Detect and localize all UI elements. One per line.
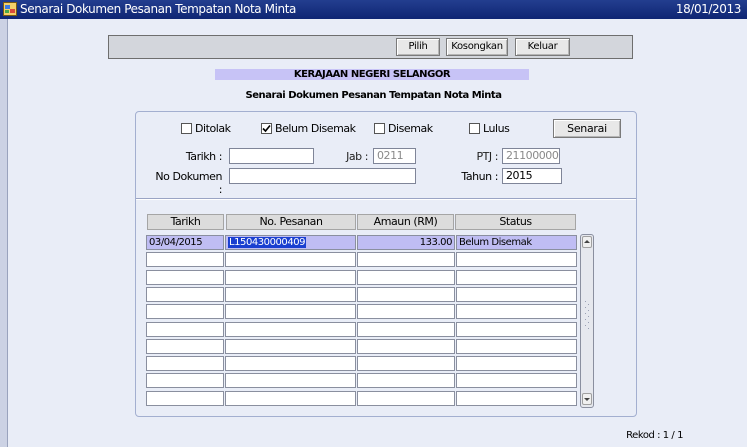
record-counter: Rekod : 1 / 1 xyxy=(626,430,683,441)
checkbox-disemak-label: Disemak xyxy=(388,122,433,135)
cell-amaun[interactable] xyxy=(357,304,455,319)
tahun-input[interactable]: 2015 xyxy=(502,168,562,184)
page-subtitle: Senarai Dokumen Pesanan Tempatan Nota Mi… xyxy=(245,90,502,101)
cell-amaun[interactable] xyxy=(357,252,455,267)
cell-status[interactable] xyxy=(456,270,577,285)
checkbox-box[interactable] xyxy=(181,123,192,134)
cell-no-pesanan[interactable] xyxy=(225,339,356,354)
no-dokumen-label: No Dokumen : xyxy=(155,170,222,196)
cell-amaun[interactable] xyxy=(357,322,455,337)
column-header-amaun[interactable]: Amaun (RM) xyxy=(357,214,454,230)
agency-heading: KERAJAAN NEGERI SELANGOR xyxy=(215,69,529,80)
ptj-label: PTJ : xyxy=(476,150,498,163)
cell-tarikh[interactable] xyxy=(146,339,224,354)
tahun-label: Tahun : xyxy=(461,170,498,183)
cell-no-pesanan[interactable] xyxy=(225,322,356,337)
cell-no-pesanan[interactable] xyxy=(225,252,356,267)
no-dokumen-input[interactable] xyxy=(229,168,416,184)
kosongkan-button[interactable]: Kosongkan xyxy=(446,38,508,56)
checkbox-box[interactable] xyxy=(374,123,385,134)
cell-amaun[interactable] xyxy=(357,287,455,302)
cell-no-pesanan[interactable] xyxy=(225,287,356,302)
cell-tarikh[interactable] xyxy=(146,356,224,371)
keluar-button[interactable]: Keluar xyxy=(515,38,570,56)
toolbar: Pilih Kosongkan Keluar xyxy=(108,35,633,59)
cell-status[interactable]: Belum Disemak xyxy=(456,235,577,250)
cell-no-pesanan[interactable] xyxy=(225,391,356,406)
cell-status[interactable] xyxy=(456,356,577,371)
cell-no-pesanan[interactable] xyxy=(225,373,356,388)
cell-tarikh[interactable] xyxy=(146,287,224,302)
scroll-down-arrow-icon[interactable] xyxy=(582,393,592,405)
checkbox-lulus-label: Lulus xyxy=(483,122,510,135)
jab-input[interactable]: 0211 xyxy=(373,148,416,164)
checkbox-ditolak[interactable]: Ditolak xyxy=(181,122,231,135)
tarikh-input[interactable] xyxy=(229,148,314,164)
cell-no-pesanan[interactable] xyxy=(225,270,356,285)
cell-status[interactable] xyxy=(456,287,577,302)
cell-status[interactable] xyxy=(456,252,577,267)
checkbox-box[interactable] xyxy=(469,123,480,134)
ptj-input[interactable]: 21100000 xyxy=(502,148,560,164)
check-icon xyxy=(262,124,271,133)
cell-status[interactable] xyxy=(456,304,577,319)
cell-tarikh[interactable] xyxy=(146,373,224,388)
scroll-grip-icon xyxy=(585,301,589,329)
cell-amaun[interactable]: 133.00 xyxy=(357,235,455,250)
cell-amaun[interactable] xyxy=(357,356,455,371)
cell-tarikh[interactable] xyxy=(146,304,224,319)
tarikh-label: Tarikh : xyxy=(185,150,223,163)
checkbox-belum-disemak[interactable]: Belum Disemak xyxy=(261,122,356,135)
checkbox-box[interactable] xyxy=(261,123,272,134)
column-header-tarikh[interactable]: Tarikh xyxy=(147,214,224,230)
cell-tarikh[interactable] xyxy=(146,270,224,285)
pilih-button[interactable]: Pilih xyxy=(396,38,440,56)
checkbox-ditolak-label: Ditolak xyxy=(195,122,231,135)
cell-no-pesanan[interactable] xyxy=(225,356,356,371)
app-icon xyxy=(3,2,17,16)
checkbox-disemak[interactable]: Disemak xyxy=(374,122,433,135)
window-date: 18/01/2013 xyxy=(675,2,742,16)
cell-status[interactable] xyxy=(456,339,577,354)
column-header-no-pesanan[interactable]: No. Pesanan xyxy=(226,214,356,230)
window-left-edge xyxy=(0,19,8,447)
scroll-up-arrow-icon[interactable] xyxy=(582,236,592,248)
cell-amaun[interactable] xyxy=(357,391,455,406)
cell-tarikh[interactable]: 03/04/2015 xyxy=(146,235,224,250)
grid-scrollbar[interactable] xyxy=(580,234,594,408)
panel-divider xyxy=(136,198,636,200)
senarai-button[interactable]: Senarai xyxy=(553,119,621,138)
column-header-status[interactable]: Status xyxy=(455,214,576,230)
cell-amaun[interactable] xyxy=(357,339,455,354)
cell-tarikh[interactable] xyxy=(146,322,224,337)
cell-status[interactable] xyxy=(456,322,577,337)
cell-status[interactable] xyxy=(456,373,577,388)
cell-amaun[interactable] xyxy=(357,373,455,388)
cell-tarikh[interactable] xyxy=(146,391,224,406)
window-title: Senarai Dokumen Pesanan Tempatan Nota Mi… xyxy=(20,2,296,16)
cell-no-pesanan[interactable] xyxy=(225,304,356,319)
jab-label: Jab : xyxy=(346,150,368,163)
cell-amaun[interactable] xyxy=(357,270,455,285)
cell-status[interactable] xyxy=(456,391,577,406)
cell-no-pesanan[interactable]: L150430000409 xyxy=(225,235,356,250)
checkbox-lulus[interactable]: Lulus xyxy=(469,122,510,135)
cell-tarikh[interactable] xyxy=(146,252,224,267)
title-bar: Senarai Dokumen Pesanan Tempatan Nota Mi… xyxy=(0,0,747,19)
checkbox-belum-disemak-label: Belum Disemak xyxy=(275,122,356,135)
selected-text: L150430000409 xyxy=(228,237,307,248)
